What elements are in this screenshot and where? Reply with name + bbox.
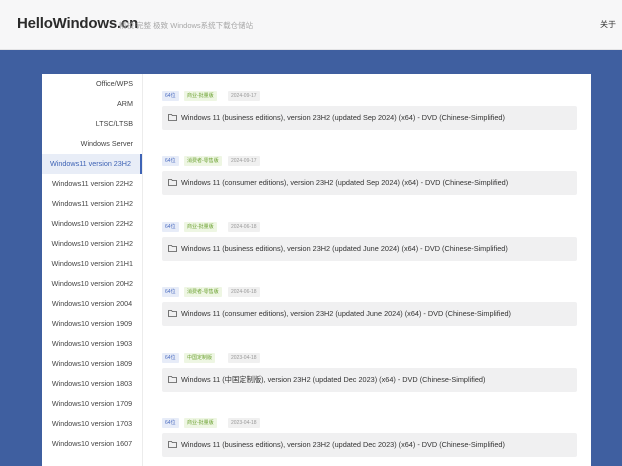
arch-tag: 64位	[162, 91, 179, 101]
sidebar-item-win11-23h2[interactable]: Windows11 version 23H2	[42, 154, 142, 174]
sidebar-item-office-wps[interactable]: Office/WPS	[42, 74, 142, 94]
date-tag: 2024-09-17	[228, 156, 260, 166]
file-name: Windows 11 (中国定制版), version 23H2 (update…	[181, 375, 486, 384]
sidebar-item-ltsc-ltsb[interactable]: LTSC/LTSB	[42, 114, 142, 134]
sidebar-item-win10-21h2[interactable]: Windows10 version 21H2	[42, 234, 142, 254]
date-tag: 2024-06-18	[228, 222, 260, 232]
date-tag: 2023-04-18	[228, 418, 260, 428]
site-header: HelloWindows.cn 精校 完整 极致 Windows系统下载仓储站 …	[0, 0, 622, 50]
sidebar-item-windows-server[interactable]: Windows Server	[42, 134, 142, 154]
sidebar-item-win10-2004[interactable]: Windows10 version 2004	[42, 294, 142, 314]
sidebar-item-win10-1607[interactable]: Windows10 version 1607	[42, 434, 142, 454]
folder-icon	[168, 441, 177, 448]
download-link[interactable]: Windows 11 (business editions), version …	[162, 433, 577, 457]
content-card: Office/WPS ARM LTSC/LTSB Windows Server …	[42, 74, 591, 466]
file-name: Windows 11 (business editions), version …	[181, 440, 505, 449]
arch-tag: 64位	[162, 156, 179, 166]
sidebar-item-win10-22h2[interactable]: Windows10 version 22H2	[42, 214, 142, 234]
download-link[interactable]: Windows 11 (consumer editions), version …	[162, 302, 577, 326]
version-sidebar: Office/WPS ARM LTSC/LTSB Windows Server …	[42, 74, 143, 466]
edition-tag: 商业-批量版	[184, 418, 217, 428]
edition-tag: 中国定制版	[184, 353, 216, 363]
sidebar-item-win10-1909[interactable]: Windows10 version 1909	[42, 314, 142, 334]
folder-icon	[168, 114, 177, 121]
about-link[interactable]: 关于	[600, 19, 616, 30]
site-tagline: 精校 完整 极致 Windows系统下载仓储站	[119, 21, 254, 30]
file-name: Windows 11 (business editions), version …	[181, 244, 508, 253]
download-link[interactable]: Windows 11 (business editions), version …	[162, 237, 577, 261]
arch-tag: 64位	[162, 287, 179, 297]
sidebar-item-win10-1803[interactable]: Windows10 version 1803	[42, 374, 142, 394]
sidebar-item-arm[interactable]: ARM	[42, 94, 142, 114]
date-tag: 2023-04-18	[228, 353, 260, 363]
folder-icon	[168, 376, 177, 383]
sidebar-item-win10-20h2[interactable]: Windows10 version 20H2	[42, 274, 142, 294]
download-link[interactable]: Windows 11 (business editions), version …	[162, 106, 577, 130]
file-name: Windows 11 (consumer editions), version …	[181, 178, 509, 187]
sidebar-item-win11-22h2[interactable]: Windows11 version 22H2	[42, 174, 142, 194]
arch-tag: 64位	[162, 222, 179, 232]
date-tag: 2024-09-17	[228, 91, 260, 101]
sidebar-item-win10-1809[interactable]: Windows10 version 1809	[42, 354, 142, 374]
file-name: Windows 11 (consumer editions), version …	[181, 309, 511, 318]
download-link[interactable]: Windows 11 (中国定制版), version 23H2 (update…	[162, 368, 577, 392]
folder-icon	[168, 179, 177, 186]
sidebar-item-win10-1709[interactable]: Windows10 version 1709	[42, 394, 142, 414]
sidebar-item-win10-1703[interactable]: Windows10 version 1703	[42, 414, 142, 434]
folder-icon	[168, 310, 177, 317]
sidebar-item-win10-21h1[interactable]: Windows10 version 21H1	[42, 254, 142, 274]
arch-tag: 64位	[162, 418, 179, 428]
sidebar-item-win10-1903[interactable]: Windows10 version 1903	[42, 334, 142, 354]
date-tag: 2024-06-18	[228, 287, 260, 297]
edition-tag: 消费者-零售版	[184, 156, 222, 166]
sidebar-item-win11-21h2[interactable]: Windows11 version 21H2	[42, 194, 142, 214]
folder-icon	[168, 245, 177, 252]
edition-tag: 商业-批量版	[184, 222, 217, 232]
arch-tag: 64位	[162, 353, 179, 363]
file-name: Windows 11 (business editions), version …	[181, 113, 505, 122]
download-link[interactable]: Windows 11 (consumer editions), version …	[162, 171, 577, 195]
edition-tag: 商业-批量版	[184, 91, 217, 101]
edition-tag: 消费者-零售版	[184, 287, 222, 297]
